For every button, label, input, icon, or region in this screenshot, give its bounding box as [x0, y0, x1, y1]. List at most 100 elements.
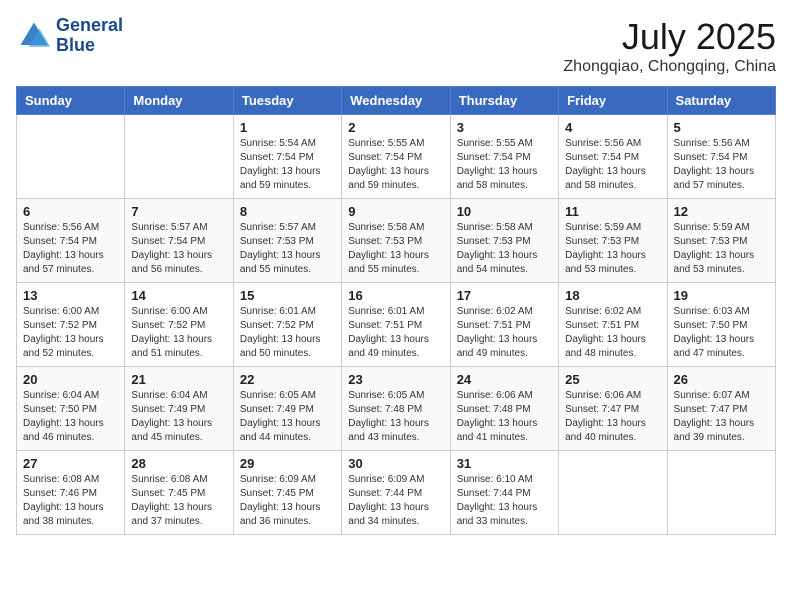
day-info: Sunrise: 6:01 AM Sunset: 7:52 PM Dayligh… — [240, 305, 335, 361]
day-number: 14 — [131, 288, 226, 303]
calendar-cell — [667, 451, 775, 535]
day-info: Sunrise: 5:56 AM Sunset: 7:54 PM Dayligh… — [565, 137, 660, 193]
calendar-cell: 10 Sunrise: 5:58 AM Sunset: 7:53 PM Dayli… — [450, 199, 558, 283]
day-number: 3 — [457, 120, 552, 135]
calendar-cell: 9Sunrise: 5:58 AM Sunset: 7:53 PM Daylig… — [342, 199, 450, 283]
day-info: Sunrise: 5:54 AM Sunset: 7:54 PM Dayligh… — [240, 137, 335, 193]
day-info: Sunrise: 5:56 AM Sunset: 7:54 PM Dayligh… — [23, 221, 118, 277]
main-title: July 2025 — [563, 16, 776, 58]
calendar-cell: 1 Sunrise: 5:54 AM Sunset: 7:54 PM Daylig… — [233, 115, 341, 199]
day-info: Sunrise: 6:06 AM Sunset: 7:48 PM Dayligh… — [457, 389, 552, 445]
day-info: Sunrise: 6:02 AM Sunset: 7:51 PM Dayligh… — [457, 305, 552, 361]
day-info: Sunrise: 6:03 AM Sunset: 7:50 PM Dayligh… — [674, 305, 769, 361]
calendar-cell: 31 Sunrise: 6:10 AM Sunset: 7:44 PM Dayli… — [450, 451, 558, 535]
calendar-header-row: SundayMondayTuesdayWednesdayThursdayFrid… — [17, 87, 776, 115]
calendar-day-header: Friday — [559, 87, 667, 115]
day-number: 27 — [23, 456, 118, 471]
day-info: Sunrise: 6:02 AM Sunset: 7:51 PM Dayligh… — [565, 305, 660, 361]
calendar-cell: 30 Sunrise: 6:09 AM Sunset: 7:44 PM Dayli… — [342, 451, 450, 535]
day-number: 12 — [674, 204, 769, 219]
calendar-cell: 6 Sunrise: 5:56 AM Sunset: 7:54 PM Daylig… — [17, 199, 125, 283]
day-number: 7 — [131, 204, 226, 219]
calendar-day-header: Thursday — [450, 87, 558, 115]
calendar-cell: 2Sunrise: 5:55 AM Sunset: 7:54 PM Daylig… — [342, 115, 450, 199]
day-info: Sunrise: 6:08 AM Sunset: 7:45 PM Dayligh… — [131, 473, 226, 529]
day-number: 9 — [348, 204, 443, 219]
calendar-week-row: 27 Sunrise: 6:08 AM Sunset: 7:46 PM Dayli… — [17, 451, 776, 535]
calendar-cell: 3 Sunrise: 5:55 AM Sunset: 7:54 PM Daylig… — [450, 115, 558, 199]
calendar-cell: 8 Sunrise: 5:57 AM Sunset: 7:53 PM Daylig… — [233, 199, 341, 283]
calendar-cell: 24 Sunrise: 6:06 AM Sunset: 7:48 PM Dayli… — [450, 367, 558, 451]
day-info: Sunrise: 5:55 AM Sunset: 7:54 PM Dayligh… — [348, 137, 443, 193]
calendar-table: SundayMondayTuesdayWednesdayThursdayFrid… — [16, 86, 776, 535]
day-number: 23 — [348, 372, 443, 387]
day-number: 28 — [131, 456, 226, 471]
calendar-cell — [559, 451, 667, 535]
day-info: Sunrise: 6:07 AM Sunset: 7:47 PM Dayligh… — [674, 389, 769, 445]
logo-text: General Blue — [56, 16, 123, 56]
day-number: 10 — [457, 204, 552, 219]
calendar-cell: 28 Sunrise: 6:08 AM Sunset: 7:45 PM Dayli… — [125, 451, 233, 535]
day-number: 13 — [23, 288, 118, 303]
calendar-cell: 27 Sunrise: 6:08 AM Sunset: 7:46 PM Dayli… — [17, 451, 125, 535]
day-number: 16 — [348, 288, 443, 303]
calendar-cell: 19Sunrise: 6:03 AM Sunset: 7:50 PM Dayli… — [667, 283, 775, 367]
day-number: 8 — [240, 204, 335, 219]
page-header: General Blue July 2025 Zhongqiao, Chongq… — [16, 16, 776, 76]
calendar-cell: 11 Sunrise: 5:59 AM Sunset: 7:53 PM Dayli… — [559, 199, 667, 283]
day-number: 30 — [348, 456, 443, 471]
calendar-cell: 26 Sunrise: 6:07 AM Sunset: 7:47 PM Dayli… — [667, 367, 775, 451]
calendar-week-row: 1 Sunrise: 5:54 AM Sunset: 7:54 PM Daylig… — [17, 115, 776, 199]
day-info: Sunrise: 6:10 AM Sunset: 7:44 PM Dayligh… — [457, 473, 552, 529]
day-number: 25 — [565, 372, 660, 387]
calendar-day-header: Monday — [125, 87, 233, 115]
day-number: 17 — [457, 288, 552, 303]
day-number: 1 — [240, 120, 335, 135]
day-info: Sunrise: 5:56 AM Sunset: 7:54 PM Dayligh… — [674, 137, 769, 193]
calendar-cell: 25 Sunrise: 6:06 AM Sunset: 7:47 PM Dayli… — [559, 367, 667, 451]
calendar-week-row: 13 Sunrise: 6:00 AM Sunset: 7:52 PM Dayli… — [17, 283, 776, 367]
day-number: 15 — [240, 288, 335, 303]
day-number: 5 — [674, 120, 769, 135]
day-info: Sunrise: 5:57 AM Sunset: 7:53 PM Dayligh… — [240, 221, 335, 277]
calendar-week-row: 20 Sunrise: 6:04 AM Sunset: 7:50 PM Dayli… — [17, 367, 776, 451]
day-info: Sunrise: 6:05 AM Sunset: 7:49 PM Dayligh… — [240, 389, 335, 445]
day-number: 29 — [240, 456, 335, 471]
logo-icon — [16, 18, 52, 54]
day-number: 22 — [240, 372, 335, 387]
day-info: Sunrise: 6:00 AM Sunset: 7:52 PM Dayligh… — [131, 305, 226, 361]
calendar-cell: 15 Sunrise: 6:01 AM Sunset: 7:52 PM Dayli… — [233, 283, 341, 367]
day-info: Sunrise: 5:59 AM Sunset: 7:53 PM Dayligh… — [565, 221, 660, 277]
logo: General Blue — [16, 16, 123, 56]
calendar-week-row: 6 Sunrise: 5:56 AM Sunset: 7:54 PM Daylig… — [17, 199, 776, 283]
day-number: 26 — [674, 372, 769, 387]
day-info: Sunrise: 6:01 AM Sunset: 7:51 PM Dayligh… — [348, 305, 443, 361]
calendar-day-header: Wednesday — [342, 87, 450, 115]
day-info: Sunrise: 6:09 AM Sunset: 7:44 PM Dayligh… — [348, 473, 443, 529]
calendar-cell: 22 Sunrise: 6:05 AM Sunset: 7:49 PM Dayli… — [233, 367, 341, 451]
day-info: Sunrise: 6:08 AM Sunset: 7:46 PM Dayligh… — [23, 473, 118, 529]
day-number: 6 — [23, 204, 118, 219]
calendar-cell: 12Sunrise: 5:59 AM Sunset: 7:53 PM Dayli… — [667, 199, 775, 283]
day-info: Sunrise: 6:00 AM Sunset: 7:52 PM Dayligh… — [23, 305, 118, 361]
day-number: 31 — [457, 456, 552, 471]
day-info: Sunrise: 6:05 AM Sunset: 7:48 PM Dayligh… — [348, 389, 443, 445]
calendar-cell: 20 Sunrise: 6:04 AM Sunset: 7:50 PM Dayli… — [17, 367, 125, 451]
day-info: Sunrise: 5:58 AM Sunset: 7:53 PM Dayligh… — [457, 221, 552, 277]
day-info: Sunrise: 5:57 AM Sunset: 7:54 PM Dayligh… — [131, 221, 226, 277]
day-info: Sunrise: 6:06 AM Sunset: 7:47 PM Dayligh… — [565, 389, 660, 445]
day-number: 24 — [457, 372, 552, 387]
day-info: Sunrise: 6:04 AM Sunset: 7:50 PM Dayligh… — [23, 389, 118, 445]
calendar-cell: 13 Sunrise: 6:00 AM Sunset: 7:52 PM Dayli… — [17, 283, 125, 367]
day-info: Sunrise: 5:55 AM Sunset: 7:54 PM Dayligh… — [457, 137, 552, 193]
calendar-cell: 14 Sunrise: 6:00 AM Sunset: 7:52 PM Dayli… — [125, 283, 233, 367]
calendar-day-header: Sunday — [17, 87, 125, 115]
calendar-cell: 18Sunrise: 6:02 AM Sunset: 7:51 PM Dayli… — [559, 283, 667, 367]
calendar-cell: 16 Sunrise: 6:01 AM Sunset: 7:51 PM Dayli… — [342, 283, 450, 367]
calendar-cell: 7 Sunrise: 5:57 AM Sunset: 7:54 PM Daylig… — [125, 199, 233, 283]
day-number: 20 — [23, 372, 118, 387]
calendar-cell — [125, 115, 233, 199]
calendar-body: 1 Sunrise: 5:54 AM Sunset: 7:54 PM Daylig… — [17, 115, 776, 535]
day-number: 11 — [565, 204, 660, 219]
day-info: Sunrise: 6:04 AM Sunset: 7:49 PM Dayligh… — [131, 389, 226, 445]
